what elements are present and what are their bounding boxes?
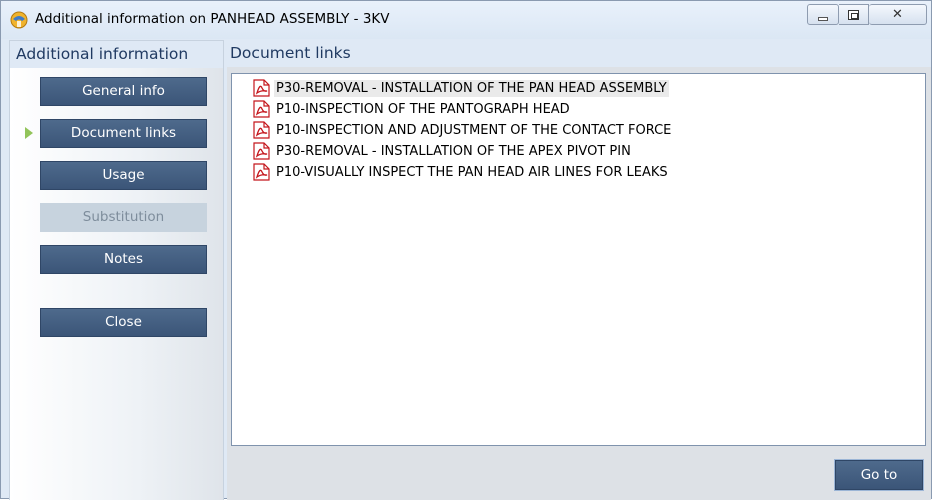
list-item[interactable]: P10-INSPECTION OF THE PANTOGRAPH HEAD (252, 99, 572, 119)
pdf-icon (253, 121, 270, 139)
general-info-button[interactable]: General info (40, 77, 207, 106)
window-title: Additional information on PANHEAD ASSEMB… (35, 11, 390, 27)
title-bar[interactable]: Additional information on PANHEAD ASSEMB… (1, 1, 931, 39)
document-links-button[interactable]: Document links (40, 119, 207, 148)
list-item[interactable]: P10-VISUALLY INSPECT THE PAN HEAD AIR LI… (252, 162, 670, 182)
pdf-icon (253, 142, 270, 160)
pdf-icon (253, 79, 270, 97)
navigation-header: Additional information (10, 41, 223, 68)
usage-button[interactable]: Usage (40, 161, 207, 190)
dialog-window: Additional information on PANHEAD ASSEMB… (0, 0, 932, 500)
document-label: P10-VISUALLY INSPECT THE PAN HEAD AIR LI… (276, 164, 668, 180)
document-label: P10-INSPECTION OF THE PANTOGRAPH HEAD (276, 101, 570, 117)
list-item[interactable]: P30-REMOVAL - INSTALLATION OF THE PAN HE… (252, 78, 669, 98)
substitution-button: Substitution (40, 203, 207, 232)
document-label: P30-REMOVAL - INSTALLATION OF THE PAN HE… (274, 79, 669, 97)
navigation-panel: Additional information General info Docu… (9, 40, 224, 500)
active-arrow-icon (25, 127, 33, 139)
pdf-icon (253, 100, 270, 118)
app-icon (10, 11, 28, 29)
minimize-button[interactable] (807, 4, 839, 25)
notes-button[interactable]: Notes (40, 245, 207, 274)
go-to-button[interactable]: Go to (835, 460, 923, 490)
maximize-button[interactable] (839, 4, 869, 25)
pdf-icon (253, 163, 270, 181)
close-window-button[interactable]: ✕ (869, 4, 927, 25)
minimize-icon (818, 16, 828, 21)
list-item[interactable]: P10-INSPECTION AND ADJUSTMENT OF THE CON… (252, 120, 673, 140)
document-label: P10-INSPECTION AND ADJUSTMENT OF THE CON… (276, 122, 672, 138)
maximize-icon (848, 9, 859, 20)
close-icon: ✕ (892, 7, 903, 22)
document-list[interactable]: P30-REMOVAL - INSTALLATION OF THE PAN HE… (231, 73, 926, 446)
document-links-header: Document links (227, 40, 931, 67)
document-label: P30-REMOVAL - INSTALLATION OF THE APEX P… (276, 143, 631, 159)
list-item[interactable]: P30-REMOVAL - INSTALLATION OF THE APEX P… (252, 141, 633, 161)
close-button[interactable]: Close (40, 308, 207, 337)
document-links-panel: Document links P30-REMOVAL - INSTALLATIO… (227, 40, 931, 500)
